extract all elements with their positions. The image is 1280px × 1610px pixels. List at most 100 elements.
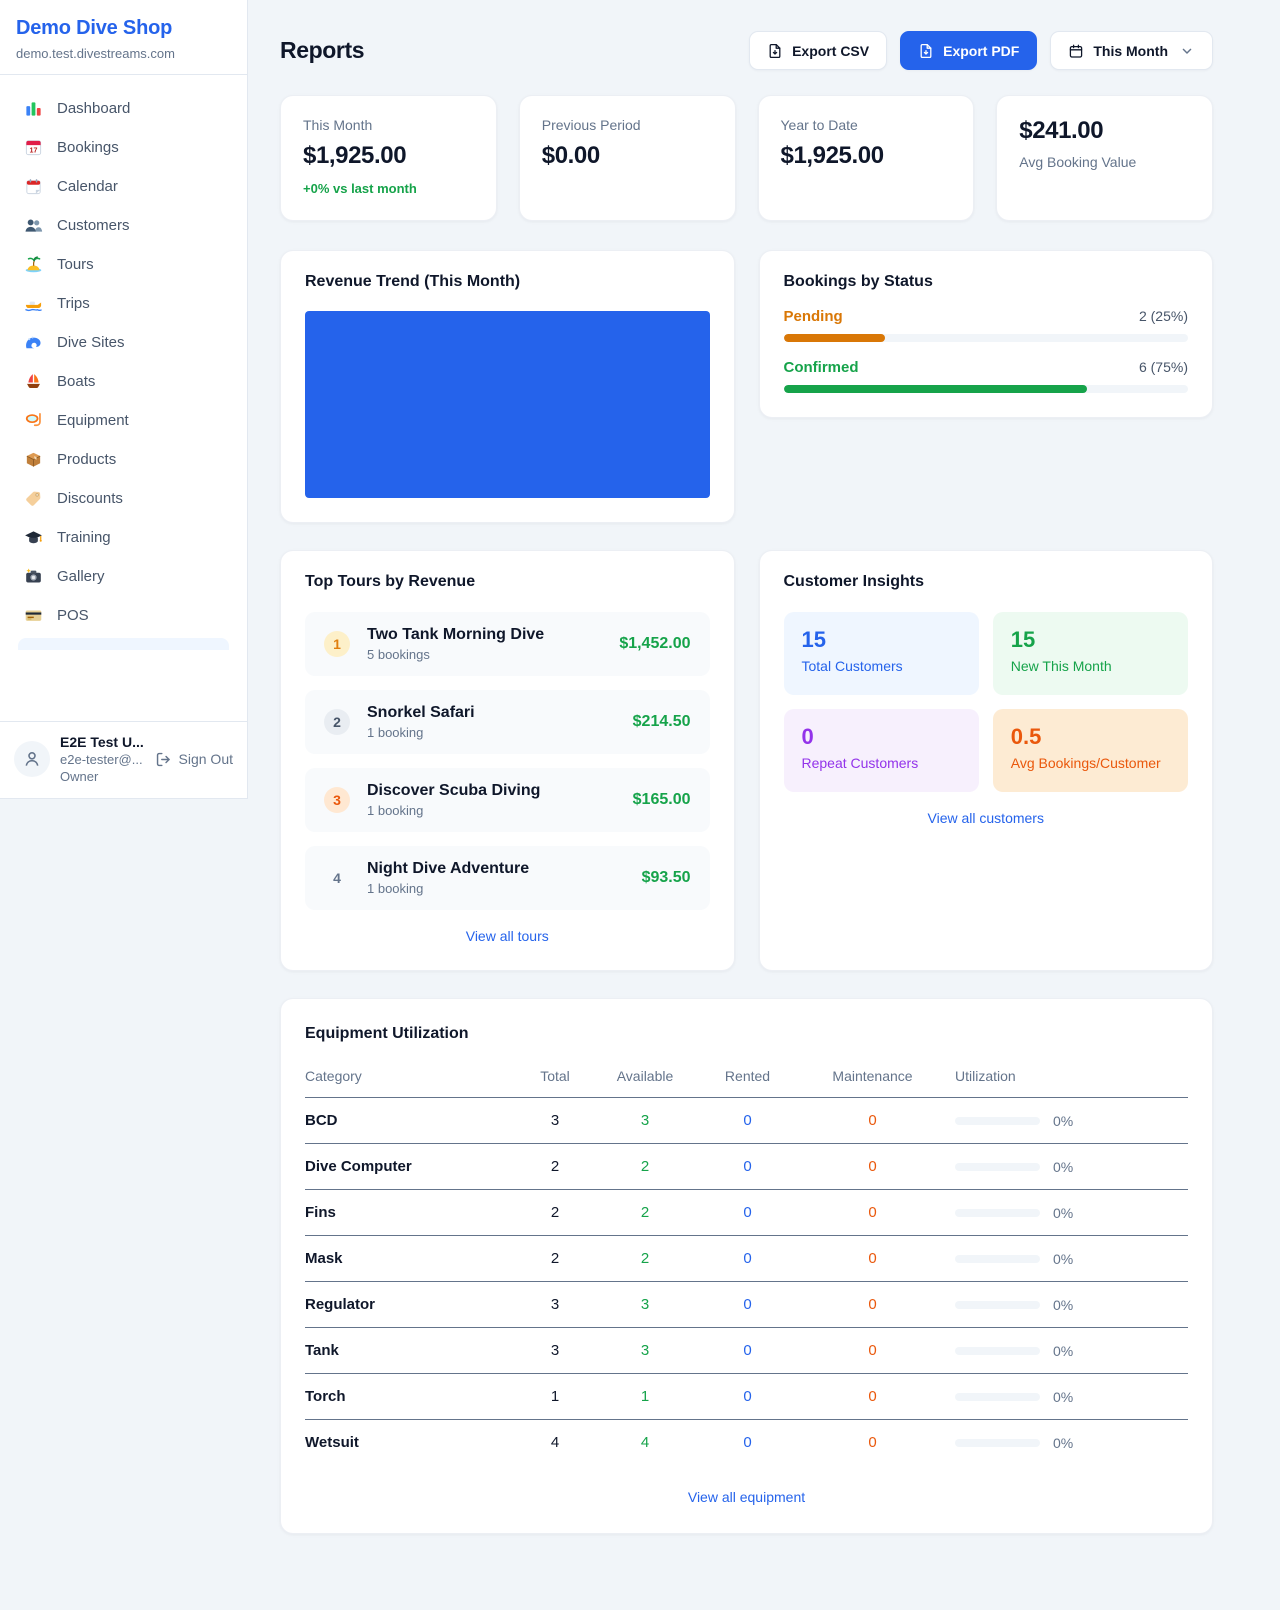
cell-maintenance: 0 (800, 1098, 945, 1144)
utilization-bar (955, 1163, 1040, 1171)
cell-total: 2 (515, 1144, 595, 1190)
rank-badge: 3 (324, 787, 350, 813)
sidebar-item-dive-sites[interactable]: Dive Sites (9, 323, 238, 362)
cell-category: BCD (305, 1098, 515, 1144)
tour-amount: $214.50 (633, 713, 691, 731)
cell-category: Regulator (305, 1282, 515, 1328)
cell-maintenance: 0 (800, 1328, 945, 1374)
status-label: Confirmed (784, 359, 859, 376)
sidebar-item-tours[interactable]: Tours (9, 245, 238, 284)
stats-row: This Month $1,925.00 +0% vs last month P… (280, 95, 1213, 221)
sidebar-item-training[interactable]: Training (9, 518, 238, 557)
insight-label: Total Customers (802, 658, 961, 674)
revenue-trend-title: Revenue Trend (This Month) (305, 273, 710, 291)
tour-bookings: 1 booking (367, 803, 540, 818)
utilization-bar (955, 1117, 1040, 1125)
page-title: Reports (280, 37, 364, 64)
users-icon (24, 216, 43, 235)
sidebar-item-pos[interactable]: POS (9, 596, 238, 635)
cell-rented: 0 (695, 1144, 800, 1190)
insight-value: 15 (1011, 627, 1170, 653)
top-tours-title: Top Tours by Revenue (305, 573, 710, 591)
utilization-bar (955, 1347, 1040, 1355)
table-row: Tank 3 3 0 0 0% (305, 1328, 1188, 1374)
utilization-bar (955, 1255, 1040, 1263)
sign-out-label: Sign Out (179, 751, 233, 767)
sidebar-item-reports-partial[interactable] (18, 638, 229, 650)
cell-rented: 0 (695, 1236, 800, 1282)
sidebar-item-bookings[interactable]: 17 Bookings (9, 128, 238, 167)
chevron-down-icon (1179, 43, 1195, 59)
sidebar-user-footer: E2E Test U... e2e-tester@... Owner Sign … (0, 721, 247, 798)
credit-card-icon (24, 606, 43, 625)
cell-available: 1 (595, 1374, 695, 1420)
stat-card-previous-period: Previous Period $0.00 (519, 95, 736, 221)
tour-row: 4 Night Dive Adventure 1 booking $93.50 (305, 846, 710, 910)
rank-badge: 2 (324, 709, 350, 735)
sidebar-item-equipment[interactable]: Equipment (9, 401, 238, 440)
export-pdf-button[interactable]: Export PDF (900, 31, 1037, 70)
insight-tile-repeat-customers: 0 Repeat Customers (784, 709, 979, 792)
utilization-bar (955, 1439, 1040, 1447)
sidebar-item-calendar[interactable]: Calendar (9, 167, 238, 206)
export-csv-button[interactable]: Export CSV (749, 31, 887, 70)
insight-tile-avg-bookings: 0.5 Avg Bookings/Customer (993, 709, 1188, 792)
table-row: BCD 3 3 0 0 0% (305, 1098, 1188, 1144)
cell-available: 4 (595, 1420, 695, 1466)
tour-name: Night Dive Adventure (367, 860, 529, 878)
utilization-bar (955, 1393, 1040, 1401)
progress-fill (784, 334, 885, 342)
file-download-icon (767, 43, 783, 59)
insight-tile-new-this-month: 15 New This Month (993, 612, 1188, 695)
stat-label: This Month (303, 117, 474, 133)
cell-rented: 0 (695, 1420, 800, 1466)
view-all-tours-link[interactable]: View all tours (305, 928, 710, 944)
cell-total: 2 (515, 1236, 595, 1282)
cell-total: 1 (515, 1374, 595, 1420)
sidebar: Demo Dive Shop demo.test.divestreams.com… (0, 0, 248, 799)
sidebar-item-label: Gallery (57, 568, 105, 585)
stat-card-year-to-date: Year to Date $1,925.00 (758, 95, 975, 221)
cell-available: 2 (595, 1236, 695, 1282)
sidebar-item-label: Boats (57, 373, 95, 390)
col-maintenance: Maintenance (800, 1055, 945, 1098)
cell-available: 2 (595, 1190, 695, 1236)
calendar-date-icon: 17 (24, 138, 43, 157)
stat-label: Previous Period (542, 117, 713, 133)
sidebar-item-label: Bookings (57, 139, 119, 156)
user-info: E2E Test U... e2e-tester@... Owner (60, 734, 145, 784)
cell-category: Dive Computer (305, 1144, 515, 1190)
view-all-equipment-link[interactable]: View all equipment (305, 1489, 1188, 1505)
stat-card-this-month: This Month $1,925.00 +0% vs last month (280, 95, 497, 221)
cell-available: 3 (595, 1282, 695, 1328)
export-csv-label: Export CSV (792, 43, 869, 59)
brand-name: Demo Dive Shop (16, 17, 231, 40)
calendar-icon (1068, 43, 1084, 59)
sidebar-item-label: Training (57, 529, 111, 546)
cell-rented: 0 (695, 1328, 800, 1374)
sign-out-button[interactable]: Sign Out (155, 751, 233, 768)
cell-category: Wetsuit (305, 1420, 515, 1466)
sidebar-item-dashboard[interactable]: Dashboard (9, 89, 238, 128)
insight-label: Avg Bookings/Customer (1011, 755, 1170, 771)
sidebar-item-products[interactable]: Products (9, 440, 238, 479)
sidebar-item-label: Dashboard (57, 100, 130, 117)
sidebar-item-label: Discounts (57, 490, 123, 507)
stat-value: $1,925.00 (781, 142, 952, 170)
cell-total: 3 (515, 1282, 595, 1328)
customer-insights-card: Customer Insights 15 Total Customers 15 … (759, 550, 1214, 971)
cell-total: 2 (515, 1190, 595, 1236)
view-all-customers-link[interactable]: View all customers (784, 810, 1189, 826)
sidebar-item-boats[interactable]: Boats (9, 362, 238, 401)
sidebar-item-label: Calendar (57, 178, 118, 195)
cell-category: Tank (305, 1328, 515, 1374)
calendar-icon (24, 177, 43, 196)
sidebar-item-gallery[interactable]: Gallery (9, 557, 238, 596)
sidebar-item-discounts[interactable]: Discounts (9, 479, 238, 518)
status-row-confirmed: Confirmed 6 (75%) (784, 359, 1189, 393)
sidebar-item-trips[interactable]: Trips (9, 284, 238, 323)
period-dropdown[interactable]: This Month (1050, 31, 1213, 70)
camera-icon (24, 567, 43, 586)
tour-amount: $1,452.00 (619, 635, 690, 653)
sidebar-item-customers[interactable]: Customers (9, 206, 238, 245)
